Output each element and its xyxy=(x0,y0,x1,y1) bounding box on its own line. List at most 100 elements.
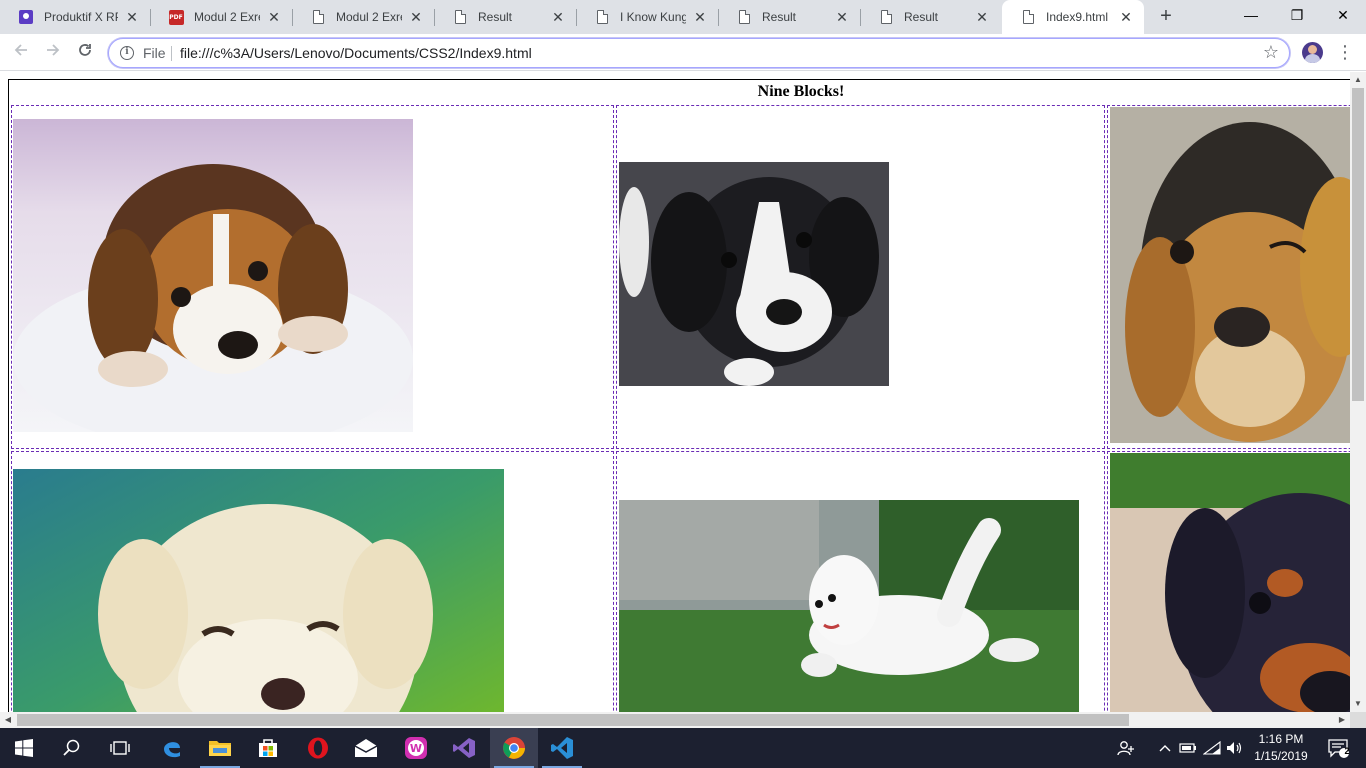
maximize-button[interactable]: ❐ xyxy=(1274,0,1320,30)
task-view-button[interactable] xyxy=(96,728,144,768)
menu-button[interactable]: ⋮ xyxy=(1336,41,1354,63)
tab-produktif[interactable]: Produktif X RPL ✕ xyxy=(0,0,150,34)
close-tab-icon[interactable]: ✕ xyxy=(266,9,282,25)
winamp-button[interactable]: W xyxy=(392,728,440,768)
vertical-scrollbar[interactable]: ▲ ▼ xyxy=(1350,72,1366,712)
grid-cell xyxy=(616,451,1105,712)
tab-strip: Produktif X RPL ✕ PDF Modul 2 Exrenc ✕ M… xyxy=(0,0,1366,34)
scroll-right-arrow-icon[interactable]: ▶ xyxy=(1334,712,1350,728)
tab-kung-fu[interactable]: I Know Kung Fu ✕ xyxy=(576,0,718,34)
tab-title: Result xyxy=(904,10,939,24)
clock-date[interactable]: 1/15/2019 xyxy=(1250,749,1312,763)
grid-cell xyxy=(1107,451,1350,712)
tab-title: I Know Kung Fu xyxy=(620,10,686,24)
edge-icon xyxy=(164,742,180,758)
close-tab-icon[interactable]: ✕ xyxy=(408,9,424,25)
wifi-icon xyxy=(1203,741,1221,755)
store-icon xyxy=(259,739,277,757)
horizontal-scroll-thumb[interactable] xyxy=(17,714,1129,726)
tab-modul-doc[interactable]: Modul 2 Exrenc ✕ xyxy=(292,0,434,34)
opera-icon xyxy=(308,737,328,759)
wifi-button[interactable] xyxy=(1201,728,1223,768)
edge-button[interactable] xyxy=(148,728,196,768)
beagle-wink-image xyxy=(1110,107,1350,443)
tab-result-2[interactable]: Result ✕ xyxy=(718,0,860,34)
tab-title: Result xyxy=(478,10,513,24)
start-button[interactable] xyxy=(0,728,48,768)
tab-result-1[interactable]: Result ✕ xyxy=(434,0,576,34)
document-icon xyxy=(878,9,894,25)
close-tab-icon[interactable]: ✕ xyxy=(834,9,850,25)
w-icon: W xyxy=(405,737,427,759)
battery-button[interactable] xyxy=(1177,728,1199,768)
tab-title: Modul 2 Exrenc xyxy=(336,10,402,24)
search-button[interactable] xyxy=(48,728,96,768)
svg-text:W: W xyxy=(410,742,422,755)
volume-button[interactable] xyxy=(1224,728,1246,768)
vscode-button[interactable] xyxy=(538,728,586,768)
minimize-button[interactable]: — xyxy=(1228,0,1274,30)
visual-studio-icon xyxy=(453,738,475,758)
document-icon xyxy=(310,9,326,25)
document-icon xyxy=(1020,9,1036,25)
address-bar[interactable]: i File file:///c%3A/Users/Lenovo/Documen… xyxy=(108,38,1290,68)
close-tab-icon[interactable]: ✕ xyxy=(692,9,708,25)
vertical-scroll-thumb[interactable] xyxy=(1352,88,1364,401)
tab-result-3[interactable]: Result ✕ xyxy=(860,0,1000,34)
folder-icon xyxy=(209,741,231,756)
back-button[interactable] xyxy=(8,40,34,66)
opera-button[interactable] xyxy=(294,728,342,768)
people-button[interactable] xyxy=(1106,728,1146,768)
back-arrow-icon xyxy=(14,44,27,56)
clock-time[interactable]: 1:16 PM xyxy=(1250,732,1312,746)
horizontal-scrollbar[interactable]: ◀ ▶ xyxy=(0,712,1350,728)
people-icon xyxy=(1117,741,1134,756)
visual-studio-button[interactable] xyxy=(440,728,488,768)
white-dog-running-image xyxy=(619,500,1079,712)
page-heading: Nine Blocks! xyxy=(757,83,845,100)
reload-button[interactable] xyxy=(72,40,98,66)
action-center-button[interactable]: 2 xyxy=(1318,728,1358,768)
file-explorer-button[interactable] xyxy=(196,728,244,768)
chevron-up-icon xyxy=(1159,745,1171,752)
cream-puppy-image xyxy=(13,469,504,712)
tab-title: Result xyxy=(762,10,797,24)
tab-index9[interactable]: Index9.html ✕ xyxy=(1002,0,1144,34)
bookmark-star-icon[interactable]: ☆ xyxy=(1263,42,1279,63)
close-tab-icon[interactable]: ✕ xyxy=(1118,9,1134,25)
scroll-down-arrow-icon[interactable]: ▼ xyxy=(1350,696,1366,712)
grid-cell xyxy=(11,105,614,449)
black-tan-puppy-image xyxy=(1110,453,1350,712)
scroll-up-arrow-icon[interactable]: ▲ xyxy=(1350,72,1366,88)
document-icon xyxy=(452,9,468,25)
scroll-left-arrow-icon[interactable]: ◀ xyxy=(0,712,16,728)
tab-modul-pdf[interactable]: PDF Modul 2 Exrenc ✕ xyxy=(150,0,292,34)
document-icon xyxy=(736,9,752,25)
document-icon xyxy=(594,9,610,25)
close-window-button[interactable]: ✕ xyxy=(1320,0,1366,30)
close-tab-icon[interactable]: ✕ xyxy=(124,9,140,25)
search-icon xyxy=(63,739,80,756)
forward-button[interactable] xyxy=(40,40,66,66)
scheme-label: File xyxy=(143,45,166,61)
beagle-puppy-image xyxy=(13,119,413,432)
battery-icon xyxy=(1179,743,1196,753)
close-tab-icon[interactable]: ✕ xyxy=(974,9,990,25)
profile-avatar[interactable] xyxy=(1302,42,1323,63)
show-hidden-icons-button[interactable] xyxy=(1154,728,1176,768)
black-white-puppy-image xyxy=(619,162,889,386)
site-info-icon[interactable]: i xyxy=(120,46,134,60)
tab-title: Modul 2 Exrenc xyxy=(194,10,260,24)
reload-icon xyxy=(79,44,91,56)
chrome-button[interactable] xyxy=(490,728,538,768)
tab-title: Produktif X RPL xyxy=(44,10,118,24)
new-tab-button[interactable]: + xyxy=(1155,5,1177,27)
scrollbar-corner xyxy=(1350,712,1366,728)
url-text[interactable]: file:///c%3A/Users/Lenovo/Documents/CSS2… xyxy=(180,45,532,61)
close-tab-icon[interactable]: ✕ xyxy=(550,9,566,25)
store-button[interactable] xyxy=(244,728,292,768)
nine-blocks-table: Nine Blocks! xyxy=(8,79,1350,712)
pdf-icon: PDF xyxy=(168,9,184,25)
grid-cell xyxy=(616,105,1105,449)
mail-button[interactable] xyxy=(342,728,390,768)
